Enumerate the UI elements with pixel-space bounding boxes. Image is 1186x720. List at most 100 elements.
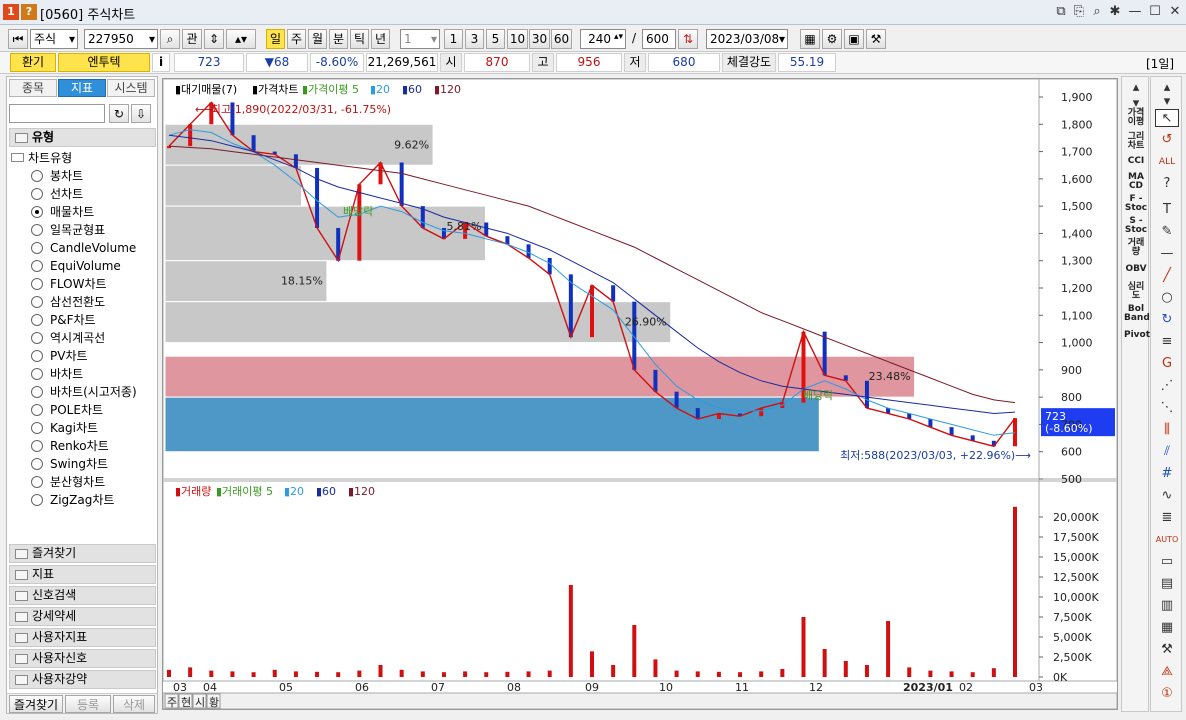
market-select[interactable]: 주식 ▾ — [30, 29, 78, 49]
interval-10-button[interactable]: 10 — [507, 29, 528, 49]
radio-button[interactable] — [31, 458, 43, 470]
radio-button[interactable] — [31, 242, 43, 254]
radio-button[interactable] — [31, 278, 43, 290]
currency-badge[interactable]: 환기 — [10, 53, 56, 72]
signal-icon[interactable]: ⟁ — [1155, 663, 1179, 681]
tab-system[interactable]: 시스템 — [107, 79, 155, 97]
interval-select[interactable]: 1 ▾ — [400, 29, 440, 49]
document-icon[interactable]: ▤ — [1155, 575, 1179, 593]
chart-types-header[interactable]: 차트유형 — [11, 149, 72, 166]
radio-button[interactable] — [31, 206, 43, 218]
auto-icon[interactable]: AUTO — [1155, 531, 1179, 549]
fibonacci-icon[interactable]: ⫼ — [1155, 421, 1179, 439]
f-stoc-indicator[interactable]: F - Stoc — [1124, 195, 1148, 213]
info-icon[interactable]: i — [152, 53, 170, 72]
text-icon[interactable]: T — [1155, 201, 1179, 219]
code-input[interactable]: 227950 ▾ — [84, 29, 158, 49]
radio-button[interactable] — [31, 170, 43, 182]
s-stoc-indicator[interactable]: S - Stoc — [1124, 217, 1148, 235]
radio-button[interactable] — [31, 494, 43, 506]
save-icon[interactable]: ▣ — [844, 29, 864, 49]
link-icon[interactable]: ⧉ — [1052, 3, 1070, 21]
radio-button[interactable] — [31, 368, 43, 380]
macd-indicator[interactable]: MA CD — [1124, 173, 1148, 191]
download-icon[interactable]: ⇩ — [131, 104, 151, 123]
tab-stock[interactable]: 종목 — [9, 79, 57, 97]
favorites-button[interactable]: 즐겨찾기 — [9, 695, 63, 713]
gwan-button[interactable]: 관 — [182, 29, 202, 49]
section-item[interactable]: 즐겨찾기 — [9, 544, 156, 563]
maximize-button[interactable]: ☐ — [1146, 3, 1164, 21]
bol-band-indicator[interactable]: Bol Band — [1124, 305, 1150, 323]
badge-one[interactable]: 1 — [3, 4, 19, 20]
fan-line-icon[interactable]: ⋰ — [1155, 377, 1179, 395]
total-adjust-icon[interactable]: ⇅ — [678, 29, 698, 49]
wave-icon[interactable]: ∿ — [1155, 487, 1179, 505]
radio-button[interactable] — [31, 314, 43, 326]
section-item[interactable]: 사용자강약 — [9, 670, 156, 689]
section-item[interactable]: 신호검색 — [9, 586, 156, 605]
grid-icon[interactable]: # — [1155, 465, 1179, 483]
radio-button[interactable] — [31, 404, 43, 416]
radio-button[interactable] — [31, 296, 43, 308]
tools-icon[interactable]: ⚒ — [866, 29, 886, 49]
copy-icon[interactable]: ⎘ — [1070, 3, 1088, 21]
bar-chart-icon[interactable]: ▥ — [1155, 597, 1179, 615]
radio-button[interactable] — [31, 386, 43, 398]
period-day-button[interactable]: 일 — [266, 29, 285, 49]
radio-button[interactable] — [31, 350, 43, 362]
close-button[interactable]: ✕ — [1166, 3, 1184, 21]
volume-indicator[interactable]: 거래 량 — [1124, 239, 1148, 257]
help-icon[interactable]: ? — [1155, 175, 1179, 193]
channel-icon[interactable]: ⫽ — [1155, 443, 1179, 461]
window-icon[interactable]: ▭ — [1155, 553, 1179, 571]
chart-area[interactable]: 1,900 1,800 1,700 1,600 1,500 1,400 1,300 1,200… — [162, 78, 1118, 710]
interval-1-button[interactable]: 1 — [444, 29, 463, 49]
cursor-icon[interactable]: ↖ — [1155, 109, 1179, 127]
tab-indicator[interactable]: 지표 — [58, 79, 106, 97]
brush-icon[interactable]: ✎ — [1155, 223, 1179, 241]
radio-button[interactable] — [31, 260, 43, 272]
grid-chart-indicator[interactable]: 그리 차트 — [1124, 133, 1148, 151]
minimize-button[interactable]: — — [1126, 3, 1144, 21]
parallel-lines-icon[interactable]: ≡ — [1155, 333, 1179, 351]
horizontal-line-icon[interactable]: — — [1155, 245, 1179, 263]
register-button[interactable]: 등록 — [65, 695, 111, 713]
interval-5-button[interactable]: 5 — [486, 29, 505, 49]
undo-icon[interactable]: ↺ — [1155, 131, 1179, 149]
indicator-search-input[interactable] — [9, 104, 105, 123]
level-icon[interactable]: ≣ — [1155, 509, 1179, 527]
period-tick-button[interactable]: 틱 — [350, 29, 369, 49]
section-item[interactable]: 강세약세 — [9, 607, 156, 626]
settings-gear-icon[interactable]: ✱ — [1106, 3, 1124, 21]
radio-button[interactable] — [31, 224, 43, 236]
pivot-indicator[interactable]: Pivot — [1124, 331, 1150, 340]
interval-3-button[interactable]: 3 — [465, 29, 484, 49]
count-stepper[interactable]: 240 ▴▾ — [580, 29, 626, 49]
updown-icon[interactable]: ⇕ — [204, 29, 224, 49]
radio-button[interactable] — [31, 332, 43, 344]
delete-button[interactable]: 삭제 — [113, 695, 155, 713]
section-item[interactable]: 사용자신호 — [9, 649, 156, 668]
alert-icon[interactable]: ① — [1155, 685, 1179, 703]
prev-icon[interactable]: ⏮ — [8, 29, 28, 49]
interval-30-button[interactable]: 30 — [529, 29, 550, 49]
price-ma-indicator[interactable]: 가격 이평 — [1124, 109, 1148, 127]
radio-button[interactable] — [31, 440, 43, 452]
gear-icon[interactable]: ⚙ — [822, 29, 842, 49]
radio-button[interactable] — [31, 422, 43, 434]
search-icon[interactable]: ⌕ — [160, 29, 180, 49]
gann-icon[interactable]: G — [1155, 355, 1179, 373]
cycle-icon[interactable]: ↻ — [1155, 311, 1179, 329]
refresh-icon[interactable]: ↻ — [109, 104, 129, 123]
psychology-indicator[interactable]: 심리 도 — [1124, 283, 1148, 301]
all-clear-icon[interactable]: ALL — [1155, 153, 1179, 171]
capture-icon[interactable]: ⌕ — [1088, 3, 1106, 21]
help-badge[interactable]: ? — [21, 4, 37, 20]
section-item[interactable]: 사용자지표 — [9, 628, 156, 647]
circle-icon[interactable]: ○ — [1155, 289, 1179, 307]
obv-indicator[interactable]: OBV — [1124, 265, 1148, 274]
chart-svg[interactable]: 1,900 1,800 1,700 1,600 1,500 1,400 1,300 1,200… — [162, 78, 1118, 710]
section-item[interactable]: 지표 — [9, 565, 156, 584]
date-picker[interactable]: 2023/03/08 ▾ — [706, 29, 788, 49]
